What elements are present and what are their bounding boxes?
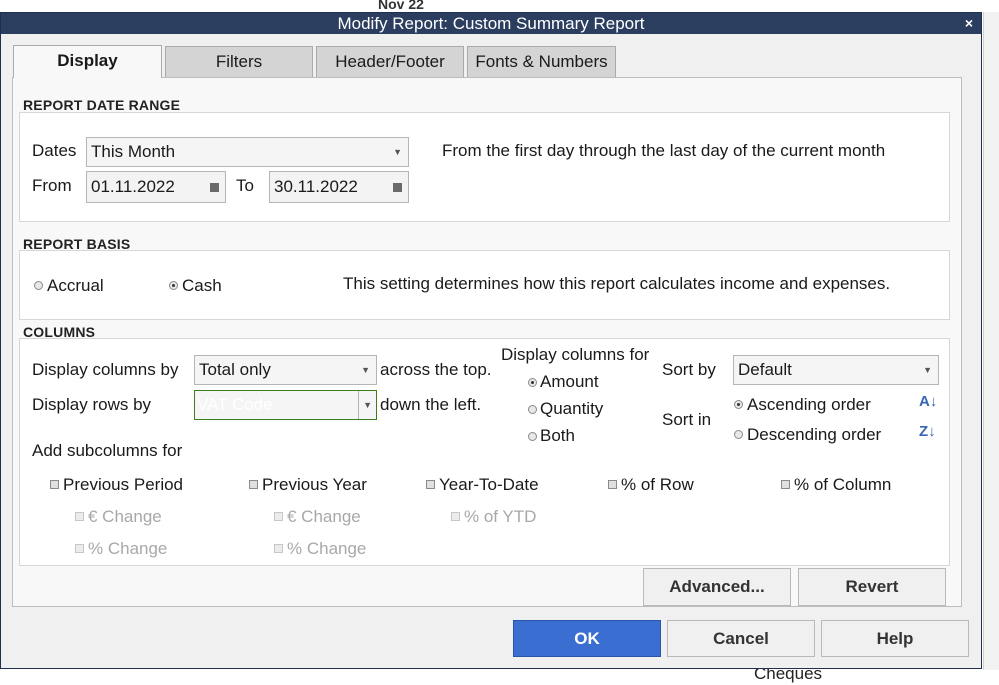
- chevron-down-icon: ▼: [923, 365, 932, 375]
- pct-column-checkbox[interactable]: [781, 480, 790, 489]
- date-range-section: Dates This Month ▼ From the first day th…: [19, 112, 950, 222]
- calendar-icon[interactable]: [210, 183, 219, 192]
- tab-header-footer[interactable]: Header/Footer: [316, 46, 464, 77]
- pct-ytd-label: % of YTD: [464, 507, 537, 526]
- display-tab-panel: REPORT DATE RANGE Dates This Month ▼ Fro…: [12, 77, 962, 607]
- sort-descending-icon[interactable]: Z↓: [919, 423, 936, 440]
- previous-year-checkbox[interactable]: [249, 480, 258, 489]
- chevron-down-icon: ▼: [361, 365, 370, 375]
- ytd-checkbox[interactable]: [426, 480, 435, 489]
- amount-radio[interactable]: [528, 378, 537, 387]
- pp-pct-change-label: % Change: [88, 539, 168, 558]
- display-columns-by-label: Display columns by: [32, 360, 179, 379]
- sort-in-label: Sort in: [662, 410, 712, 429]
- dialog-title: Modify Report: Custom Summary Report: [337, 14, 645, 33]
- close-icon[interactable]: ×: [965, 13, 973, 33]
- display-rows-by-value: VAT Code: [197, 395, 273, 414]
- background-date-header: Nov 22: [378, 0, 424, 12]
- sort-by-dropdown[interactable]: Default ▼: [733, 355, 939, 385]
- from-date-field[interactable]: 01.11.2022: [86, 171, 226, 203]
- pp-euro-change-checkbox: [75, 512, 84, 521]
- from-label: From: [32, 176, 72, 195]
- pct-row-checkbox[interactable]: [608, 480, 617, 489]
- py-euro-change-checkbox: [274, 512, 283, 521]
- pct-ytd-checkbox: [451, 512, 460, 521]
- quantity-radio[interactable]: [528, 405, 537, 414]
- background-list: [700, 670, 999, 685]
- sort-by-label: Sort by: [662, 360, 716, 379]
- descending-radio[interactable]: [734, 430, 743, 439]
- to-date-value: 30.11.2022: [274, 177, 358, 196]
- ascending-radio[interactable]: [734, 400, 743, 409]
- across-top-label: across the top.: [380, 360, 492, 379]
- down-left-label: down the left.: [380, 395, 482, 414]
- cash-label[interactable]: Cash: [182, 276, 222, 296]
- calendar-icon[interactable]: [393, 183, 402, 192]
- accrual-radio[interactable]: [34, 281, 43, 290]
- both-radio[interactable]: [528, 432, 537, 441]
- pct-column-label[interactable]: % of Column: [794, 475, 891, 495]
- previous-period-label[interactable]: Previous Period: [63, 475, 183, 495]
- chevron-down-icon: ▼: [363, 400, 372, 410]
- ytd-label[interactable]: Year-To-Date: [439, 475, 539, 495]
- from-date-value: 01.11.2022: [91, 177, 175, 196]
- tab-display[interactable]: Display: [13, 45, 162, 78]
- advanced-button[interactable]: Advanced...: [643, 568, 791, 606]
- dates-dropdown[interactable]: This Month ▼: [86, 137, 409, 167]
- revert-button[interactable]: Revert: [798, 568, 946, 606]
- accrual-label[interactable]: Accrual: [47, 276, 104, 296]
- display-rows-by-dropdown[interactable]: VAT Code ▼: [194, 390, 377, 420]
- quantity-label[interactable]: Quantity: [540, 399, 603, 419]
- help-button[interactable]: Help: [821, 620, 969, 657]
- amount-label[interactable]: Amount: [540, 372, 599, 392]
- to-date-field[interactable]: 30.11.2022: [269, 171, 409, 203]
- display-columns-by-dropdown[interactable]: Total only ▼: [194, 355, 377, 385]
- previous-period-checkbox[interactable]: [50, 480, 59, 489]
- py-euro-change-label: € Change: [287, 507, 361, 526]
- add-subcolumns-label: Add subcolumns for: [32, 441, 183, 460]
- modify-report-dialog: Modify Report: Custom Summary Report × D…: [0, 12, 982, 669]
- sort-ascending-icon[interactable]: A↓: [919, 393, 937, 410]
- descending-label[interactable]: Descending order: [747, 425, 881, 445]
- display-rows-by-label: Display rows by: [32, 395, 152, 414]
- tab-fonts-numbers-label: Fonts & Numbers: [475, 52, 608, 71]
- dates-dropdown-value: This Month: [91, 142, 176, 161]
- tab-display-label: Display: [57, 51, 118, 70]
- to-label: To: [236, 176, 254, 195]
- ascending-label[interactable]: Ascending order: [747, 395, 871, 415]
- pp-euro-change-label: € Change: [88, 507, 162, 526]
- py-pct-change-checkbox: [274, 544, 283, 553]
- display-columns-by-value: Total only: [199, 360, 271, 379]
- tab-filters[interactable]: Filters: [165, 46, 313, 77]
- dates-label: Dates: [32, 141, 77, 160]
- title-bar[interactable]: Modify Report: Custom Summary Report ×: [1, 13, 981, 34]
- tab-filters-label: Filters: [215, 52, 263, 71]
- date-range-description: From the first day through the last day …: [442, 141, 886, 160]
- previous-year-label[interactable]: Previous Year: [262, 475, 367, 495]
- cash-radio[interactable]: [169, 281, 178, 290]
- cancel-button[interactable]: Cancel: [667, 620, 815, 657]
- chevron-down-icon: ▼: [393, 147, 402, 157]
- sort-by-value: Default: [738, 360, 792, 379]
- dropdown-button[interactable]: ▼: [358, 391, 376, 419]
- date-range-section-title: REPORT DATE RANGE: [23, 97, 181, 113]
- pp-pct-change-checkbox: [75, 544, 84, 553]
- ok-button[interactable]: OK: [513, 620, 661, 657]
- basis-section: Accrual Cash This setting determines how…: [19, 250, 950, 320]
- tab-fonts-numbers[interactable]: Fonts & Numbers: [467, 46, 616, 77]
- tab-header-footer-label: Header/Footer: [335, 52, 445, 71]
- pct-row-label[interactable]: % of Row: [621, 475, 694, 495]
- background-side-strip: [983, 12, 999, 685]
- py-pct-change-label: % Change: [287, 539, 367, 558]
- basis-description: This setting determines how this report …: [343, 274, 891, 293]
- display-columns-for-label: Display columns for: [501, 345, 650, 364]
- both-label[interactable]: Both: [540, 426, 575, 446]
- columns-section: Display columns by Total only ▼ across t…: [19, 338, 950, 566]
- background-window: [0, 0, 999, 12]
